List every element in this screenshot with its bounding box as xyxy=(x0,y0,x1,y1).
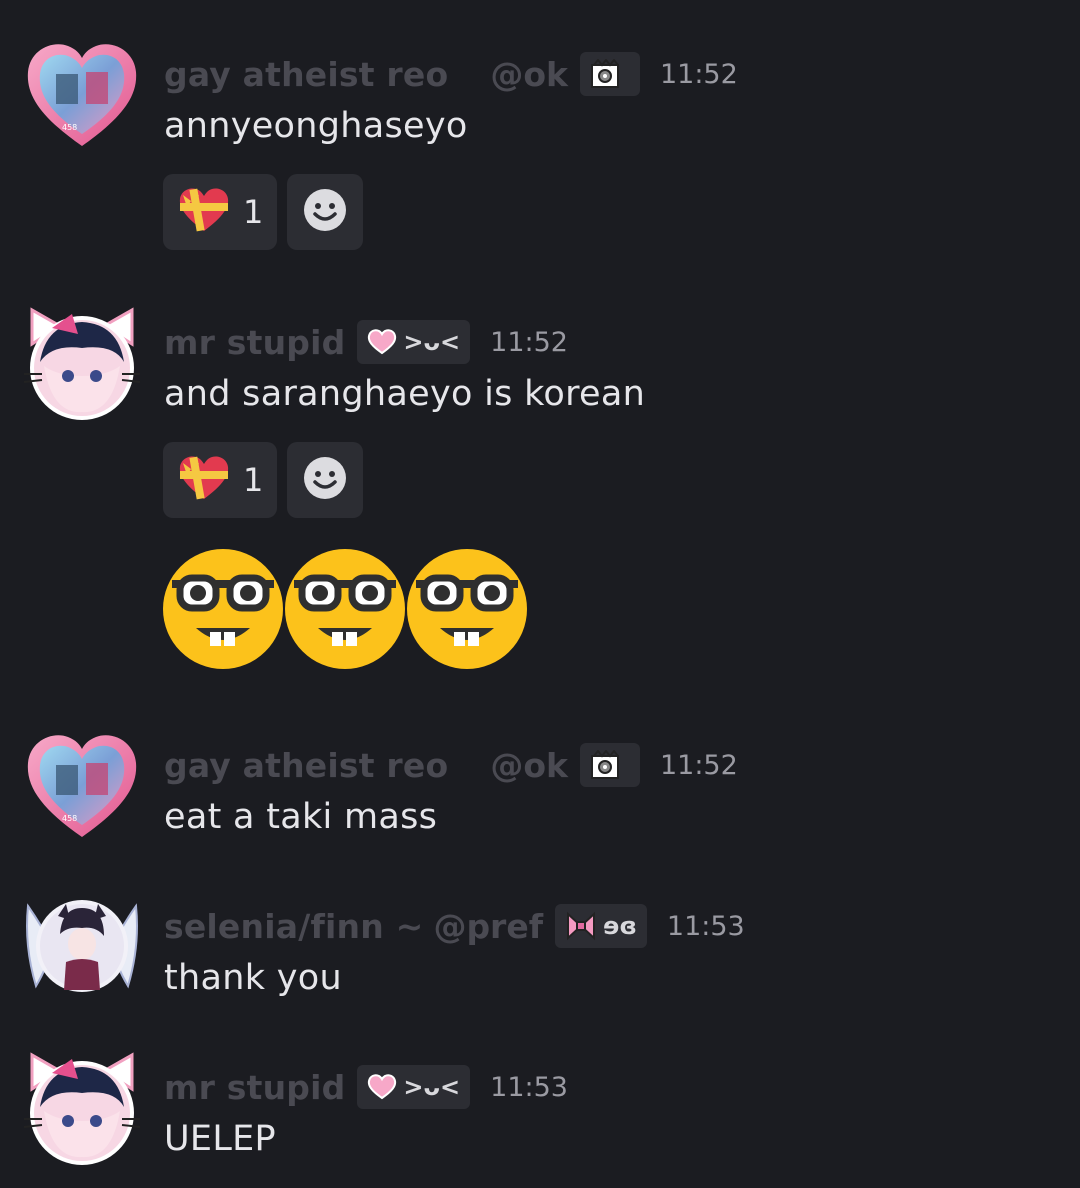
guild-tag[interactable]: >ᴗ< xyxy=(357,1065,471,1109)
message-header: gay atheist reo @ok 11:52 xyxy=(164,50,738,98)
big-emoji-row xyxy=(162,548,528,670)
message-text: eat a taki mass xyxy=(164,797,438,837)
avatar-heart[interactable]: 458 xyxy=(22,34,142,154)
pink-bow-icon xyxy=(565,911,597,941)
nerd-face-icon[interactable] xyxy=(406,548,528,670)
avatar-heart[interactable]: 458 xyxy=(22,725,142,845)
message-text: thank you xyxy=(164,958,342,998)
author-name[interactable]: mr stupid xyxy=(164,323,345,362)
timestamp: 11:52 xyxy=(490,326,568,358)
message-header: mr stupid >ᴗ< 11:52 xyxy=(164,318,568,366)
smiley-add-icon xyxy=(303,456,347,504)
author-name[interactable]: mr stupid xyxy=(164,1068,345,1107)
message-text: annyeonghaseyo xyxy=(164,106,468,146)
guild-tag-text: >ᴗ< xyxy=(403,328,461,356)
avatar-angel[interactable] xyxy=(22,886,142,1006)
author-name[interactable]: gay atheist reo xyxy=(164,55,448,94)
heart-ribbon-icon xyxy=(177,453,231,507)
reaction-count: 1 xyxy=(243,193,264,231)
guild-tag[interactable] xyxy=(579,743,640,787)
timestamp: 11:53 xyxy=(490,1071,568,1103)
timestamp: 11:52 xyxy=(659,749,738,781)
author-handle[interactable]: @ok xyxy=(490,746,568,785)
guild-tag[interactable]: >ᴗ< xyxy=(357,320,471,364)
message-text: UELEP xyxy=(164,1119,276,1159)
reaction-heart[interactable]: 1 xyxy=(163,442,278,518)
message-text: and saranghaeyo is korean xyxy=(164,374,646,414)
svg-text:458: 458 xyxy=(62,123,77,132)
svg-text:458: 458 xyxy=(62,814,77,823)
avatar-catgirl[interactable] xyxy=(22,304,142,424)
add-reaction-button[interactable] xyxy=(287,174,364,250)
message-header: gay atheist reo @ok 11:52 xyxy=(164,741,738,789)
heart-ribbon-icon xyxy=(177,185,231,239)
guild-tag-text: >ᴗ< xyxy=(403,1073,461,1101)
timestamp: 11:53 xyxy=(666,910,745,942)
pink-heart-icon xyxy=(367,1074,397,1100)
reaction-bar: 1 xyxy=(163,174,364,250)
smiley-add-icon xyxy=(303,188,347,236)
message-header: mr stupid >ᴗ< 11:53 xyxy=(164,1063,568,1111)
crown-camera-icon xyxy=(590,59,624,89)
chat-log: 458 gay atheist reo @ok 11:52 annyeongha… xyxy=(0,0,1080,1188)
crown-camera-icon xyxy=(590,750,624,780)
avatar-catgirl[interactable] xyxy=(22,1049,142,1169)
reaction-bar: 1 xyxy=(163,442,364,518)
pink-heart-icon xyxy=(367,329,397,355)
reaction-count: 1 xyxy=(243,461,264,499)
author-handle[interactable]: @pref xyxy=(433,907,543,946)
add-reaction-button[interactable] xyxy=(287,442,364,518)
reaction-heart[interactable]: 1 xyxy=(163,174,278,250)
timestamp: 11:52 xyxy=(659,58,738,90)
nerd-face-icon[interactable] xyxy=(284,548,406,670)
nerd-face-icon[interactable] xyxy=(162,548,284,670)
author-name[interactable]: gay atheist reo xyxy=(164,746,448,785)
message-header: selenia/finn ~ @pref ɘɞ 11:53 xyxy=(164,902,745,950)
author-name[interactable]: selenia/finn ~ xyxy=(164,907,423,946)
guild-tag-text: ɘɞ xyxy=(603,912,637,940)
guild-tag[interactable]: ɘɞ xyxy=(555,904,647,948)
author-handle[interactable]: @ok xyxy=(490,55,568,94)
guild-tag[interactable] xyxy=(579,52,640,96)
